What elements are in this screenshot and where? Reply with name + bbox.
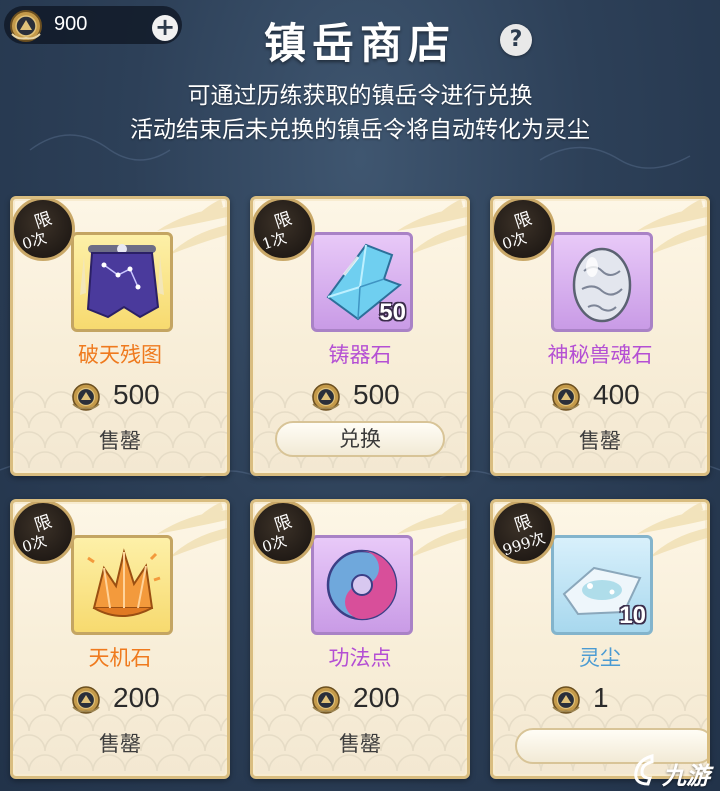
swirl-orb-icon — [326, 549, 398, 621]
help-button[interactable]: ? — [500, 24, 532, 56]
item-name: 功法点 — [328, 646, 392, 670]
item-icon-frame[interactable]: 50 — [311, 232, 413, 332]
item-price: 200 — [253, 680, 467, 720]
zhenyue-token-icon — [549, 682, 583, 716]
item-icon-frame[interactable] — [311, 535, 413, 635]
purchase-limit-badge: 限 0次 — [253, 502, 315, 564]
price-value: 500 — [113, 379, 160, 410]
item-price: 400 — [493, 377, 707, 417]
item-quantity: 50 — [379, 299, 406, 326]
item-price: 200 — [13, 680, 227, 720]
watermark-text: 九游 — [662, 762, 710, 790]
item-icon-frame[interactable] — [71, 535, 173, 635]
price-value: 500 — [353, 379, 400, 410]
sold-out-label: 售罄 — [99, 429, 141, 453]
sold-out-label: 售罄 — [99, 732, 141, 756]
sold-out-label: 售罄 — [339, 732, 381, 756]
price-value: 200 — [353, 682, 400, 713]
price-value: 200 — [113, 682, 160, 713]
purchase-limit-badge: 限 999次 — [493, 502, 555, 564]
item-name: 破天残图 — [78, 343, 162, 367]
purchase-limit-badge: 限 1次 — [253, 199, 315, 261]
zhenyue-token-icon — [549, 379, 583, 413]
orange-crystal-icon — [87, 548, 161, 617]
star-map-scroll-icon — [80, 244, 164, 319]
exchange-button[interactable]: 兑换 — [275, 421, 445, 457]
item-name: 铸器石 — [328, 343, 392, 367]
purchase-limit-badge: 限 0次 — [13, 502, 75, 564]
page-title: 镇岳商店 — [263, 19, 456, 68]
purchase-limit-badge: 限 0次 — [13, 199, 75, 261]
subtitle-line-2: 活动结束后未兑换的镇岳令将自动转化为灵尘 — [130, 117, 590, 143]
site-watermark: 九游 — [628, 750, 720, 790]
zhenyue-token-icon — [69, 682, 103, 716]
shop-item-card-3[interactable]: 限 0次 神秘兽魂石 400 售罄 — [490, 196, 710, 476]
shop-item-card-1[interactable]: 限 0次 破天残图 500 售罄 — [10, 196, 230, 476]
zhenyue-token-icon — [309, 682, 343, 716]
item-icon-frame[interactable] — [551, 232, 653, 332]
item-price: 500 — [13, 377, 227, 417]
item-icon-frame[interactable] — [71, 232, 173, 332]
item-price: 1 — [493, 680, 707, 720]
limit-count: 999次 — [500, 528, 548, 560]
shop-item-card-4[interactable]: 限 0次 天机石 200 售罄 — [10, 499, 230, 779]
shop-item-card-5[interactable]: 限 0次 功法点 200 售罄 — [250, 499, 470, 779]
item-name: 灵尘 — [579, 646, 621, 670]
price-value: 400 — [593, 379, 640, 410]
item-icon-frame[interactable]: 10 — [551, 535, 653, 635]
item-name: 神秘兽魂石 — [547, 343, 653, 367]
sold-out-label: 售罄 — [579, 429, 621, 453]
shop-item-card-6[interactable]: 限 999次 10 灵尘 1 — [490, 499, 710, 779]
shop-item-card-2[interactable]: 限 1次 50 铸器石 500 兑换 — [250, 196, 470, 476]
watermark-logo-icon — [634, 754, 654, 786]
zhenyue-token-icon — [309, 379, 343, 413]
zhenyue-token-icon — [69, 379, 103, 413]
item-quantity: 10 — [619, 602, 646, 629]
price-value: 1 — [593, 682, 609, 713]
subtitle-line-1: 可通过历练获取的镇岳令进行兑换 — [187, 83, 533, 109]
beast-soul-egg-icon — [572, 247, 632, 323]
item-name: 天机石 — [88, 646, 152, 670]
purchase-limit-badge: 限 0次 — [493, 199, 555, 261]
item-price: 500 — [253, 377, 467, 417]
